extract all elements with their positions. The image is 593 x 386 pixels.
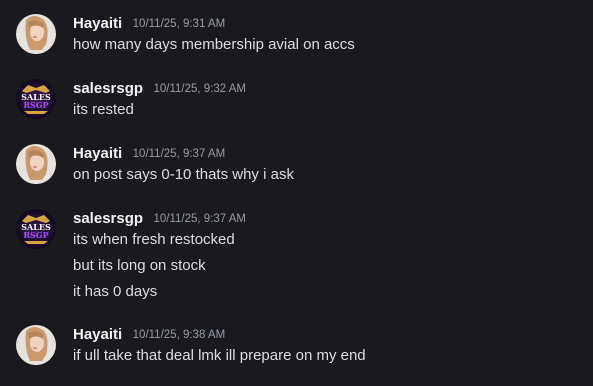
timestamp[interactable]: 10/11/25, 9:37 AM — [154, 213, 247, 225]
avatar-text-rsgp: RSGP — [23, 100, 48, 110]
message-header: salesrsgp 10/11/25, 9:32 AM — [73, 79, 246, 99]
user-avatar[interactable]: SALES RSGP — [16, 209, 56, 249]
message-text: its rested — [73, 101, 134, 118]
message-group: Hayaiti 10/11/25, 9:31 AM how many days … — [0, 14, 593, 58]
avatar-text-rsgp: RSGP — [23, 230, 48, 240]
username[interactable]: salesrsgp — [73, 210, 143, 227]
timestamp[interactable]: 10/11/25, 9:37 AM — [133, 148, 226, 160]
portrait-avatar-icon — [16, 14, 56, 54]
message-header: Hayaiti 10/11/25, 9:31 AM — [73, 14, 225, 34]
message-header: salesrsgp 10/11/25, 9:37 AM — [73, 209, 246, 229]
sales-rsgp-logo-icon: SALES RSGP — [16, 79, 56, 119]
username[interactable]: Hayaiti — [73, 15, 122, 32]
message-text: on post says 0-10 thats why i ask — [73, 166, 294, 183]
message-header: Hayaiti 10/11/25, 9:37 AM — [73, 144, 225, 164]
user-avatar[interactable] — [16, 144, 56, 184]
timestamp[interactable]: 10/11/25, 9:32 AM — [154, 83, 247, 95]
username[interactable]: Hayaiti — [73, 326, 122, 343]
timestamp[interactable]: 10/11/25, 9:38 AM — [133, 329, 226, 341]
user-avatar[interactable] — [16, 14, 56, 54]
message-text: but its long on stock — [73, 257, 206, 274]
username[interactable]: Hayaiti — [73, 145, 122, 162]
message-text: how many days membership avial on accs — [73, 36, 355, 53]
message-header: Hayaiti 10/11/25, 9:38 AM — [73, 325, 225, 345]
portrait-avatar-icon — [16, 325, 56, 365]
message-group: SALES RSGP salesrsgp 10/11/25, 9:32 AM i… — [0, 79, 593, 123]
user-avatar[interactable]: SALES RSGP — [16, 79, 56, 119]
message-group: Hayaiti 10/11/25, 9:38 AM if ull take th… — [0, 325, 593, 369]
username[interactable]: salesrsgp — [73, 80, 143, 97]
portrait-avatar-icon — [16, 144, 56, 184]
message-text: if ull take that deal lmk ill prepare on… — [73, 347, 366, 364]
chat-message-list: Hayaiti 10/11/25, 9:31 AM how many days … — [0, 0, 593, 386]
timestamp[interactable]: 10/11/25, 9:31 AM — [133, 18, 226, 30]
message-group: Hayaiti 10/11/25, 9:37 AM on post says 0… — [0, 144, 593, 188]
message-text: it has 0 days — [73, 283, 158, 300]
message-group: SALES RSGP salesrsgp 10/11/25, 9:37 AM i… — [0, 209, 593, 305]
message-text: its when fresh restocked — [73, 231, 235, 248]
user-avatar[interactable] — [16, 325, 56, 365]
sales-rsgp-logo-icon: SALES RSGP — [16, 209, 56, 249]
